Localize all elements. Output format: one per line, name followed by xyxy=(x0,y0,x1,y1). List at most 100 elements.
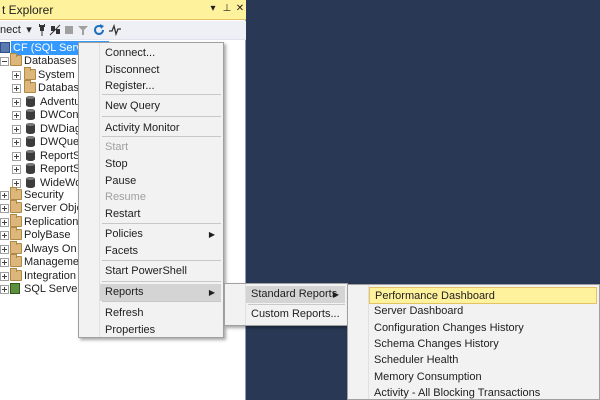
collapse-icon[interactable] xyxy=(0,57,9,66)
refresh-icon[interactable] xyxy=(92,23,106,37)
menu-item-label: Refresh xyxy=(105,307,144,319)
tree-node-label: PolyBase xyxy=(24,229,71,241)
properties-menu-item[interactable]: Properties xyxy=(100,322,221,339)
auto-hide-pin-icon[interactable]: ⊥ xyxy=(220,2,234,16)
new-query-menu-item[interactable]: New Query xyxy=(100,98,221,115)
menu-item-label: Custom Reports... xyxy=(251,308,340,320)
expand-icon[interactable] xyxy=(12,98,21,107)
menu-separator xyxy=(102,281,221,282)
expand-icon[interactable] xyxy=(12,152,21,161)
menu-item-label: Performance Dashboard xyxy=(375,290,495,302)
server-dashboard-menu-item[interactable]: Server Dashboard xyxy=(369,303,597,320)
expand-icon[interactable] xyxy=(0,272,9,281)
folder-icon xyxy=(10,254,22,267)
menu-item-label: Disconnect xyxy=(105,64,160,76)
menu-item-label: Scheduler Health xyxy=(374,354,459,367)
reports-menu-item[interactable]: Reports ▶ xyxy=(100,284,221,301)
refresh-menu-item[interactable]: Refresh xyxy=(100,305,221,322)
menu-separator xyxy=(102,94,221,95)
expand-icon[interactable] xyxy=(0,204,9,213)
menu-item-label: Activity Monitor xyxy=(105,122,180,134)
sql-agent-icon xyxy=(10,283,20,294)
stop-menu-item[interactable]: Stop xyxy=(100,156,221,173)
expand-icon[interactable] xyxy=(12,84,21,93)
menu-item-label: Facets xyxy=(105,245,139,257)
custom-reports-menu-item[interactable]: Custom Reports... xyxy=(246,306,345,323)
expand-icon[interactable] xyxy=(12,125,21,134)
menu-item-label: Restart xyxy=(105,208,141,220)
folder-icon xyxy=(24,67,36,80)
menu-item-label: Resume xyxy=(105,191,146,203)
menu-item-label: Pause xyxy=(105,175,137,187)
object-explorer-toolbar: nect ▾ xyxy=(0,21,246,40)
database-icon xyxy=(26,96,35,107)
object-explorer-title-bar: t Explorer ▾ ⊥ ✕ xyxy=(0,0,246,20)
stop-icon[interactable] xyxy=(62,23,76,37)
restart-menu-item[interactable]: Restart xyxy=(100,206,221,223)
menu-separator xyxy=(102,136,221,137)
activity-monitor-menu-item[interactable]: Activity Monitor xyxy=(100,120,221,137)
folder-icon xyxy=(10,187,22,200)
policies-menu-item[interactable]: Policies ▶ xyxy=(100,226,221,243)
window-position-icon[interactable]: ▾ xyxy=(206,2,220,16)
menu-separator xyxy=(102,223,221,224)
expand-icon[interactable] xyxy=(0,285,9,294)
menu-item-label: Connect... xyxy=(105,47,156,59)
register-menu-item[interactable]: Register... xyxy=(100,78,221,95)
menu-icon-strip xyxy=(348,285,369,399)
menu-item-label: Stop xyxy=(105,158,128,170)
pause-menu-item[interactable]: Pause xyxy=(100,173,221,190)
close-icon[interactable]: ✕ xyxy=(233,2,247,16)
folder-icon xyxy=(10,268,22,281)
performance-dashboard-menu-item[interactable]: Performance Dashboard xyxy=(369,287,597,304)
expand-icon[interactable] xyxy=(12,165,21,174)
menu-item-label: Server Dashboard xyxy=(374,305,464,318)
server-context-menu: Connect... Disconnect Register... New Query… xyxy=(78,42,224,338)
expand-icon[interactable] xyxy=(0,258,9,267)
connect-button[interactable]: nect xyxy=(0,24,21,36)
activity-all-blocking-transactions-menu-item[interactable]: Activity - All Blocking Transactions xyxy=(369,385,597,400)
database-icon xyxy=(26,136,35,147)
expand-icon[interactable] xyxy=(12,138,21,147)
expand-icon[interactable] xyxy=(0,231,9,240)
standard-reports-submenu: Performance Dashboard Server Dashboard Con… xyxy=(347,284,600,400)
folder-icon xyxy=(10,53,22,66)
database-icon xyxy=(26,150,35,161)
server-icon xyxy=(0,42,10,53)
facets-menu-item[interactable]: Facets xyxy=(100,243,221,260)
plug-icon[interactable] xyxy=(35,23,49,37)
menu-separator xyxy=(102,260,221,261)
menu-item-label: Register... xyxy=(105,80,155,92)
start-powershell-menu-item[interactable]: Start PowerShell xyxy=(100,263,221,280)
disconnect-icon[interactable] xyxy=(48,23,62,37)
configuration-changes-history-menu-item[interactable]: Configuration Changes History xyxy=(369,320,597,337)
database-icon xyxy=(26,177,35,188)
start-menu-item: Start xyxy=(100,139,221,156)
expand-icon[interactable] xyxy=(0,245,9,254)
folder-icon xyxy=(10,241,22,254)
memory-consumption-menu-item[interactable]: Memory Consumption xyxy=(369,369,597,386)
disconnect-menu-item[interactable]: Disconnect xyxy=(100,62,221,79)
tree-node-label: Replication xyxy=(24,216,79,228)
activity-icon[interactable] xyxy=(108,23,122,37)
filter-icon[interactable] xyxy=(76,23,90,37)
standard-reports-menu-item[interactable]: Standard Reports ▶ xyxy=(246,286,345,303)
menu-item-label: Reports xyxy=(105,286,144,298)
expand-icon[interactable] xyxy=(0,191,9,200)
folder-icon xyxy=(10,227,22,240)
menu-item-label: Memory Consumption xyxy=(374,370,482,383)
submenu-arrow-icon: ▶ xyxy=(208,230,215,239)
expand-icon[interactable] xyxy=(0,218,9,227)
schema-changes-history-menu-item[interactable]: Schema Changes History xyxy=(369,336,597,353)
connect-dropdown-icon[interactable]: ▾ xyxy=(22,23,36,37)
menu-item-label: Properties xyxy=(105,324,156,336)
menu-item-label: Policies xyxy=(105,228,143,240)
scheduler-health-menu-item[interactable]: Scheduler Health xyxy=(369,352,597,369)
panel-title: t Explorer xyxy=(2,3,54,17)
folder-icon xyxy=(24,80,36,93)
folder-icon xyxy=(10,200,22,213)
expand-icon[interactable] xyxy=(12,111,21,120)
expand-icon[interactable] xyxy=(12,71,21,80)
connect-menu-item[interactable]: Connect... xyxy=(100,45,221,62)
menu-item-label: Start xyxy=(105,141,129,153)
